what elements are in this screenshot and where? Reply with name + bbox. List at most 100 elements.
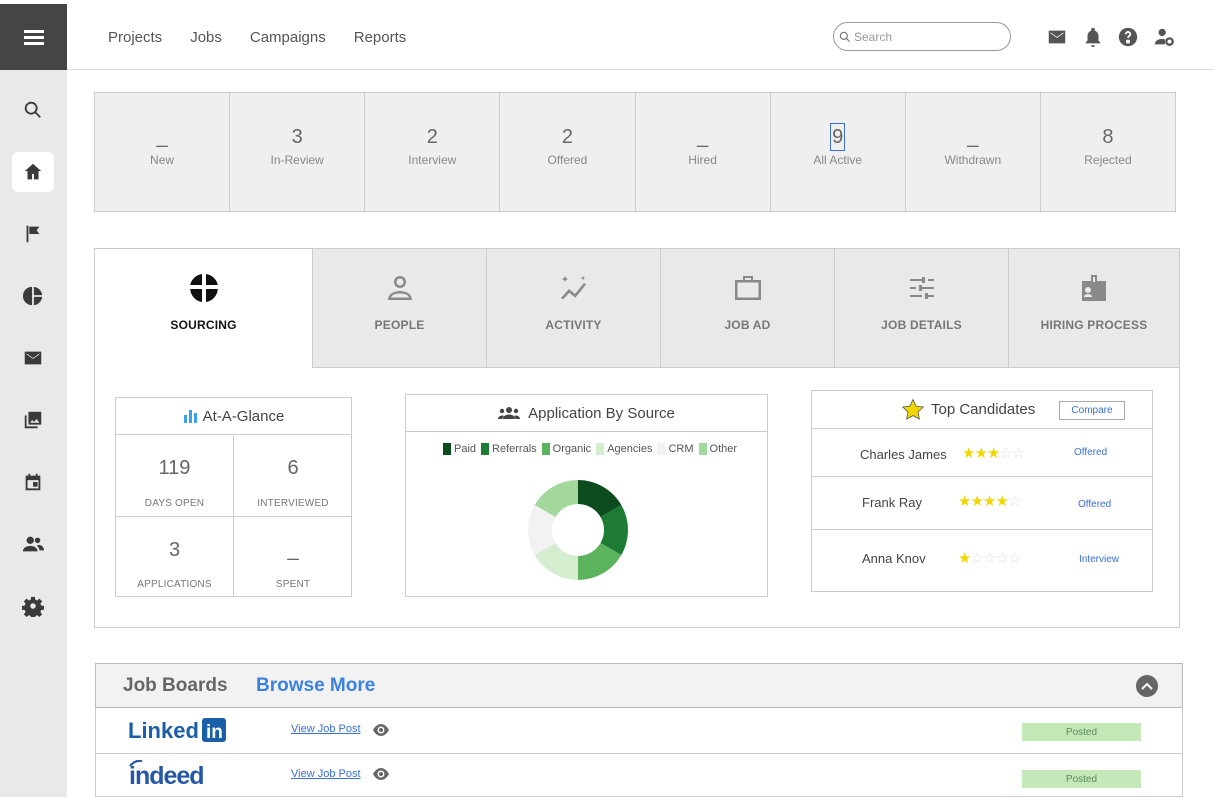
nav-link-campaigns[interactable]: Campaigns bbox=[250, 29, 326, 46]
candidate-row[interactable]: Charles James ★★★☆☆ Offered bbox=[812, 429, 1152, 477]
glance-interviewed: 6 INTERVIEWED bbox=[234, 436, 352, 517]
at-a-glance-card: At-A-Glance 119 DAYS OPEN 6 INTERVIEWED 3A… bbox=[115, 397, 352, 597]
pipeline-summary: _ New 3 In-Review 2 Interview 2 Offered _ Hir… bbox=[94, 92, 1176, 212]
job-boards-section: Job Boards Browse More Linked in View Jo… bbox=[95, 663, 1183, 797]
stat-new[interactable]: _ New bbox=[95, 93, 231, 211]
gallery-icon[interactable] bbox=[12, 400, 54, 440]
legend-label: CRM bbox=[668, 443, 694, 455]
status-badge: Posted bbox=[1022, 770, 1141, 788]
sourcing-icon bbox=[189, 274, 218, 302]
legend-item: Referrals bbox=[481, 443, 537, 455]
mail-icon[interactable] bbox=[12, 338, 54, 378]
stat-withdrawn[interactable]: _ Withdrawn bbox=[906, 93, 1041, 211]
calendar-icon[interactable] bbox=[12, 462, 54, 502]
glance-days-open: 119 DAYS OPEN bbox=[116, 436, 234, 517]
tab-people[interactable]: PEOPLE bbox=[312, 249, 486, 368]
browse-more-link[interactable]: Browse More bbox=[256, 675, 375, 697]
nav-link-reports[interactable]: Reports bbox=[354, 29, 407, 46]
legend-swatch bbox=[698, 443, 707, 455]
sidebar bbox=[0, 4, 67, 797]
compare-button[interactable]: Compare bbox=[1059, 401, 1125, 420]
legend-item: Paid bbox=[443, 443, 476, 455]
indeed-logo: indeed bbox=[129, 760, 205, 790]
legend-swatch bbox=[443, 443, 451, 455]
gear-icon[interactable] bbox=[12, 586, 54, 626]
stat-rejected[interactable]: 8 Rejected bbox=[1041, 93, 1175, 211]
candidate-row[interactable]: Frank Ray ★★★★☆ Offered bbox=[812, 477, 1152, 530]
search-icon[interactable] bbox=[12, 90, 54, 130]
legend-label: Paid bbox=[454, 443, 477, 455]
legend-swatch bbox=[481, 443, 490, 455]
activity-icon bbox=[560, 276, 586, 300]
stat-all-active[interactable]: 9 All Active bbox=[771, 93, 906, 211]
legend-item: CRM bbox=[657, 443, 694, 455]
people-icon[interactable] bbox=[12, 524, 54, 564]
badge-icon bbox=[1082, 275, 1106, 301]
view-job-post-link[interactable]: View Job Post bbox=[291, 768, 361, 780]
menu-icon[interactable] bbox=[0, 4, 67, 70]
source-donut-chart bbox=[528, 480, 628, 580]
job-board-row: Linked in View Job Post Posted bbox=[95, 708, 1183, 754]
pie-chart-icon[interactable] bbox=[12, 276, 54, 316]
legend-label: Referrals bbox=[492, 443, 537, 455]
top-candidates-header: Top Candidates Compare bbox=[812, 391, 1152, 429]
view-job-post-link[interactable]: View Job Post bbox=[291, 723, 361, 735]
tab-job-ad[interactable]: JOB AD bbox=[660, 249, 834, 368]
legend-item: Other bbox=[698, 443, 738, 455]
glance-spent: _ SPENT bbox=[275, 539, 311, 590]
at-a-glance-header: At-A-Glance bbox=[116, 398, 351, 435]
search-input[interactable] bbox=[854, 29, 1004, 44]
stat-interview[interactable]: 2 Interview bbox=[365, 93, 501, 211]
bell-icon[interactable] bbox=[1082, 26, 1104, 48]
top-nav: Projects Jobs Campaigns Reports bbox=[108, 4, 434, 70]
application-by-source-header: Application By Source bbox=[406, 395, 767, 432]
stat-offered[interactable]: 2 Offered bbox=[500, 93, 636, 211]
tab-job-details[interactable]: JOB DETAILS bbox=[834, 249, 1008, 368]
legend-label: Other bbox=[709, 443, 738, 455]
linkedin-logo: Linked in bbox=[128, 718, 226, 743]
stat-in-review[interactable]: 3 In-Review bbox=[230, 93, 366, 211]
eye-icon[interactable] bbox=[372, 768, 390, 780]
glance-applications: 3 APPLICATIONS bbox=[116, 517, 234, 597]
rating-stars: ★☆☆☆☆ bbox=[958, 550, 1021, 567]
tab-hiring-process[interactable]: HIRING PROCESS bbox=[1008, 249, 1179, 368]
status-badge: Posted bbox=[1022, 723, 1141, 741]
legend-item: Organic bbox=[541, 443, 592, 455]
svg-text:Linked: Linked bbox=[128, 718, 199, 743]
legend-item: Agencies bbox=[596, 443, 652, 455]
home-icon[interactable] bbox=[12, 152, 54, 192]
star-icon bbox=[901, 398, 925, 420]
bar-chart-icon bbox=[183, 410, 197, 423]
stat-hired[interactable]: _ Hired bbox=[636, 93, 771, 211]
nav-link-jobs[interactable]: Jobs bbox=[190, 29, 222, 46]
top-candidates-card: Top Candidates Compare Charles James ★★★… bbox=[811, 390, 1153, 592]
legend-label: Agencies bbox=[607, 443, 653, 455]
help-icon[interactable] bbox=[1117, 26, 1139, 48]
svg-text:indeed: indeed bbox=[129, 762, 204, 790]
flag-icon[interactable] bbox=[12, 214, 54, 254]
nav-link-projects[interactable]: Projects bbox=[108, 29, 162, 46]
mail-icon[interactable] bbox=[1046, 26, 1068, 48]
legend-swatch bbox=[657, 443, 666, 455]
legend-swatch bbox=[541, 443, 550, 455]
collapse-icon[interactable] bbox=[1136, 675, 1158, 697]
user-settings-icon[interactable] bbox=[1153, 26, 1175, 48]
candidate-row[interactable]: Anna Knov ★☆☆☆☆ Interview bbox=[812, 530, 1152, 592]
group-icon bbox=[498, 407, 521, 419]
person-icon bbox=[387, 276, 412, 300]
top-bar: Projects Jobs Campaigns Reports bbox=[67, 4, 1214, 70]
search-box[interactable] bbox=[833, 22, 1011, 51]
application-by-source-card: Application By Source Paid Referrals Organ… bbox=[405, 394, 768, 597]
sliders-icon bbox=[909, 277, 934, 299]
rating-stars: ★★★★☆ bbox=[958, 493, 1021, 510]
legend-label: Organic bbox=[552, 443, 592, 455]
search-icon bbox=[839, 31, 851, 42]
eye-icon[interactable] bbox=[372, 724, 390, 736]
rating-stars: ★★★☆☆ bbox=[962, 445, 1025, 462]
job-boards-header: Job Boards Browse More bbox=[95, 663, 1183, 708]
svg-text:in: in bbox=[206, 722, 223, 743]
tab-sourcing[interactable]: SOURCING bbox=[95, 249, 312, 368]
tab-activity[interactable]: ACTIVITY bbox=[486, 249, 660, 368]
briefcase-icon bbox=[734, 276, 761, 300]
tab-bar: SOURCING PEOPLE ACTIVITY JOB AD JOB DETA… bbox=[95, 249, 1179, 368]
